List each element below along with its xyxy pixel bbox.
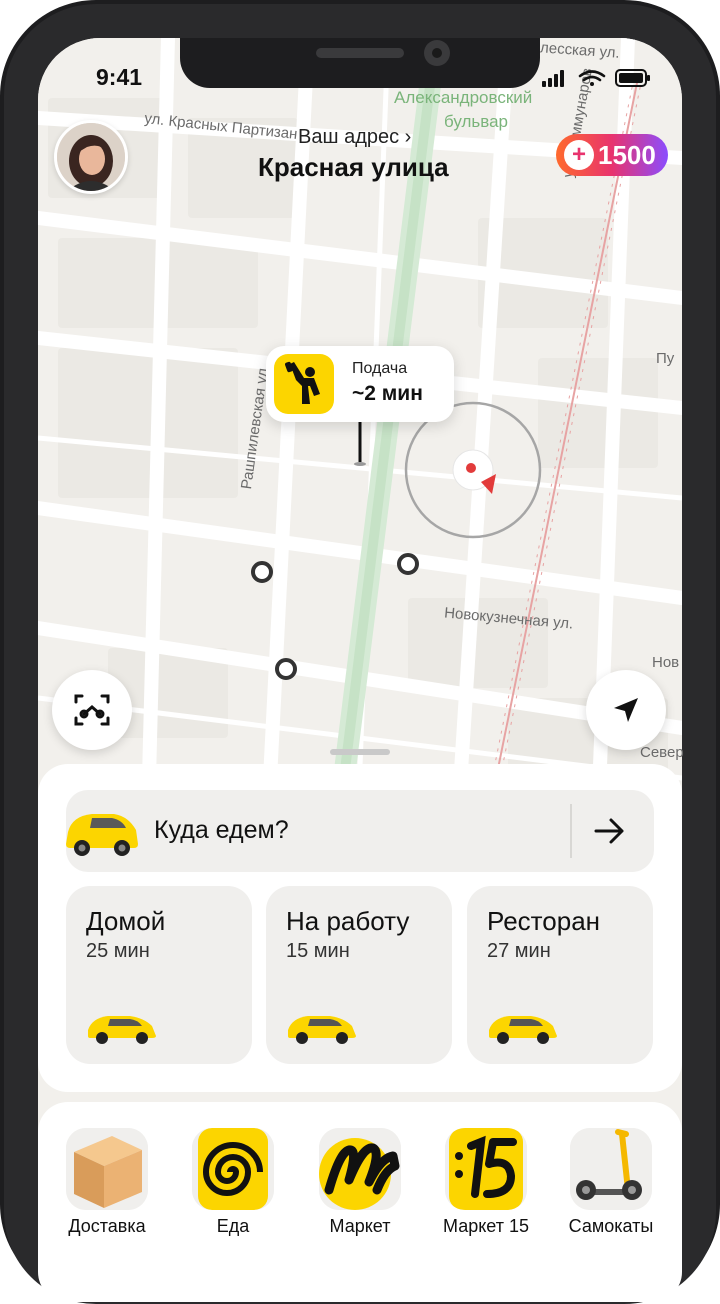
scooter-icon [570, 1128, 652, 1210]
shortcut-restaurant[interactable]: Ресторан 27 мин [467, 886, 653, 1064]
front-camera [424, 40, 450, 66]
shortcut-title: Ресторан [487, 906, 601, 936]
shortcut-time: 27 мин [487, 940, 551, 962]
service-food[interactable]: Еда [183, 1128, 283, 1237]
taxi-car-icon [88, 1016, 156, 1044]
service-label: Доставка [68, 1216, 146, 1236]
service-scooters[interactable]: Самокаты [561, 1128, 661, 1237]
shortcut-time: 15 мин [286, 940, 350, 962]
service-delivery[interactable]: Доставка [57, 1128, 157, 1237]
service-label: Еда [216, 1216, 250, 1236]
plus-icon: + [564, 140, 594, 170]
user-photo-icon [57, 123, 125, 191]
food-spiral-icon [192, 1128, 274, 1210]
wifi-icon [578, 70, 606, 86]
taxi-car-icon [288, 1016, 356, 1044]
pickup-label: Подача [352, 360, 408, 377]
box-icon [66, 1128, 148, 1210]
address-title[interactable]: Красная улица [258, 152, 449, 183]
where-to-placeholder: Куда едем? [154, 816, 289, 844]
speaker [316, 48, 404, 58]
arrow-right-icon[interactable] [594, 816, 626, 846]
plus-points-value: 1500 [598, 139, 656, 170]
hailing-person-icon [274, 354, 334, 414]
scan-scooter-icon [74, 694, 110, 726]
sheet-grabber[interactable] [330, 749, 390, 755]
pickup-eta-bubble[interactable]: Подача ~2 мин [266, 346, 454, 422]
service-label: Маркет [329, 1216, 391, 1236]
navigation-arrow-icon [614, 698, 638, 722]
scooter-scan-button[interactable] [52, 670, 132, 750]
battery-icon [615, 69, 650, 87]
shortcut-title: Домой [86, 906, 166, 936]
service-market[interactable]: Маркет [310, 1128, 410, 1237]
notch [180, 38, 540, 88]
service-label: Самокаты [568, 1216, 654, 1236]
my-location-button[interactable] [586, 670, 666, 750]
map-label-right-nov: Нов [652, 654, 680, 671]
taxi-car-icon [66, 814, 138, 856]
service-market-15[interactable]: Маркет 15 [436, 1128, 536, 1237]
pickup-eta: ~2 мин [352, 382, 423, 405]
taxi-car-icon [489, 1016, 557, 1044]
status-time: 9:41 [96, 64, 143, 90]
market-15-icon [445, 1128, 527, 1210]
avatar[interactable] [54, 120, 128, 194]
map-label-right-mid: Пу [656, 350, 675, 367]
map-label-right-sev: Север [640, 744, 684, 761]
status-icons [542, 69, 650, 87]
address-label-text: Ваш адрес [298, 126, 400, 148]
map-label-boulevard-2: бульвар [444, 112, 509, 131]
shortcut-time: 25 мин [86, 940, 150, 962]
chevron-right-icon: › [404, 126, 412, 148]
map-label-boulevard: Александровский [394, 88, 533, 107]
service-label: Маркет 15 [443, 1216, 529, 1236]
where-to-field[interactable]: Куда едем? [66, 790, 654, 872]
shortcut-home[interactable]: Домой 25 мин [66, 886, 252, 1064]
shortcut-work[interactable]: На работу 15 мин [266, 886, 452, 1064]
address-label[interactable]: Ваш адрес › [298, 126, 411, 149]
signal-icon [542, 70, 564, 87]
shortcut-title: На работу [286, 906, 410, 936]
market-icon [319, 1128, 401, 1210]
screen [38, 38, 682, 1278]
divider [570, 804, 572, 858]
plus-points-badge[interactable]: + 1500 [556, 134, 668, 176]
